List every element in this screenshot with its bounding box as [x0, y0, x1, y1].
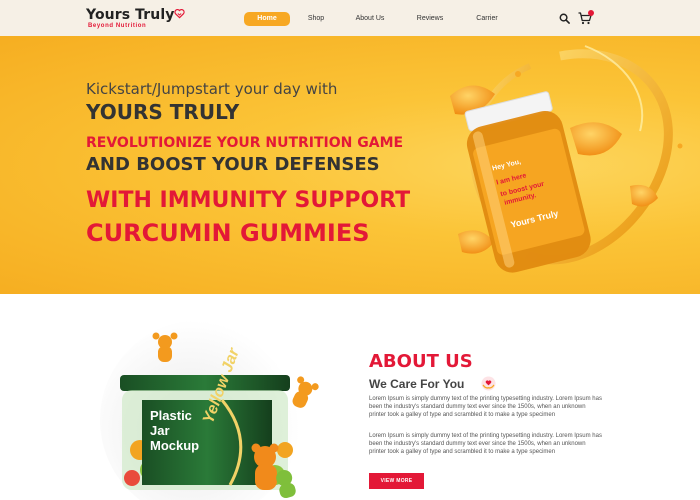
hero-headline-3: WITH IMMUNITY SUPPORT [86, 188, 411, 213]
mockup-label-line-2: Jar [150, 423, 170, 438]
oil-splash-image [450, 45, 683, 273]
brand-name: Yours Truly [86, 7, 175, 23]
about-paragraph-2: Lorem Ipsum is simply dummy text of the … [369, 433, 602, 455]
nav-item-shop[interactable]: Shop [300, 12, 332, 26]
mockup-label-line-3: Mockup [150, 438, 200, 453]
nav-item-home[interactable]: Home [244, 12, 290, 26]
hero-banner: Kickstart/Jumpstart your day with YOURS … [0, 36, 700, 294]
view-more-button[interactable]: VIEW MORE [369, 473, 424, 489]
nav-item-reviews[interactable]: Reviews [410, 12, 450, 26]
gummy-jar-mockup-image: Plastic Jar Mockup Yellow Jar [80, 300, 350, 500]
brand-logo[interactable]: Yours Truly Beyond Nutrition [86, 6, 185, 29]
mockup-label-line-1: Plastic [150, 408, 192, 423]
hero-product-image: Hey You, I am here to boost your immunit… [410, 36, 700, 294]
cart-badge [588, 10, 594, 16]
about-paragraph-1: Lorem Ipsum is simply dummy text of the … [369, 396, 602, 418]
search-icon[interactable] [559, 13, 570, 24]
hero-brand-heading: YOURS TRULY [86, 100, 240, 124]
hero-headline-4: CURCUMIN GUMMIES [86, 219, 370, 247]
nav-item-carrier[interactable]: Carrier [468, 12, 506, 26]
caring-hands-icon [481, 376, 496, 391]
site-header: Yours Truly Beyond Nutrition Home Shop A… [0, 0, 700, 36]
hero-headline-1: REVOLUTIONIZE YOUR NUTRITION GAME [86, 135, 404, 151]
brand-tagline: Beyond Nutrition [88, 23, 147, 29]
nav-item-about-us[interactable]: About Us [348, 12, 392, 26]
hero-headline-2: AND BOOST YOUR DEFENSES [86, 154, 380, 175]
heart-logo-icon [174, 8, 185, 19]
about-subtitle: We Care For You [369, 377, 465, 391]
hero-kicker: Kickstart/Jumpstart your day with [86, 80, 338, 98]
about-title: ABOUT US [369, 351, 473, 372]
